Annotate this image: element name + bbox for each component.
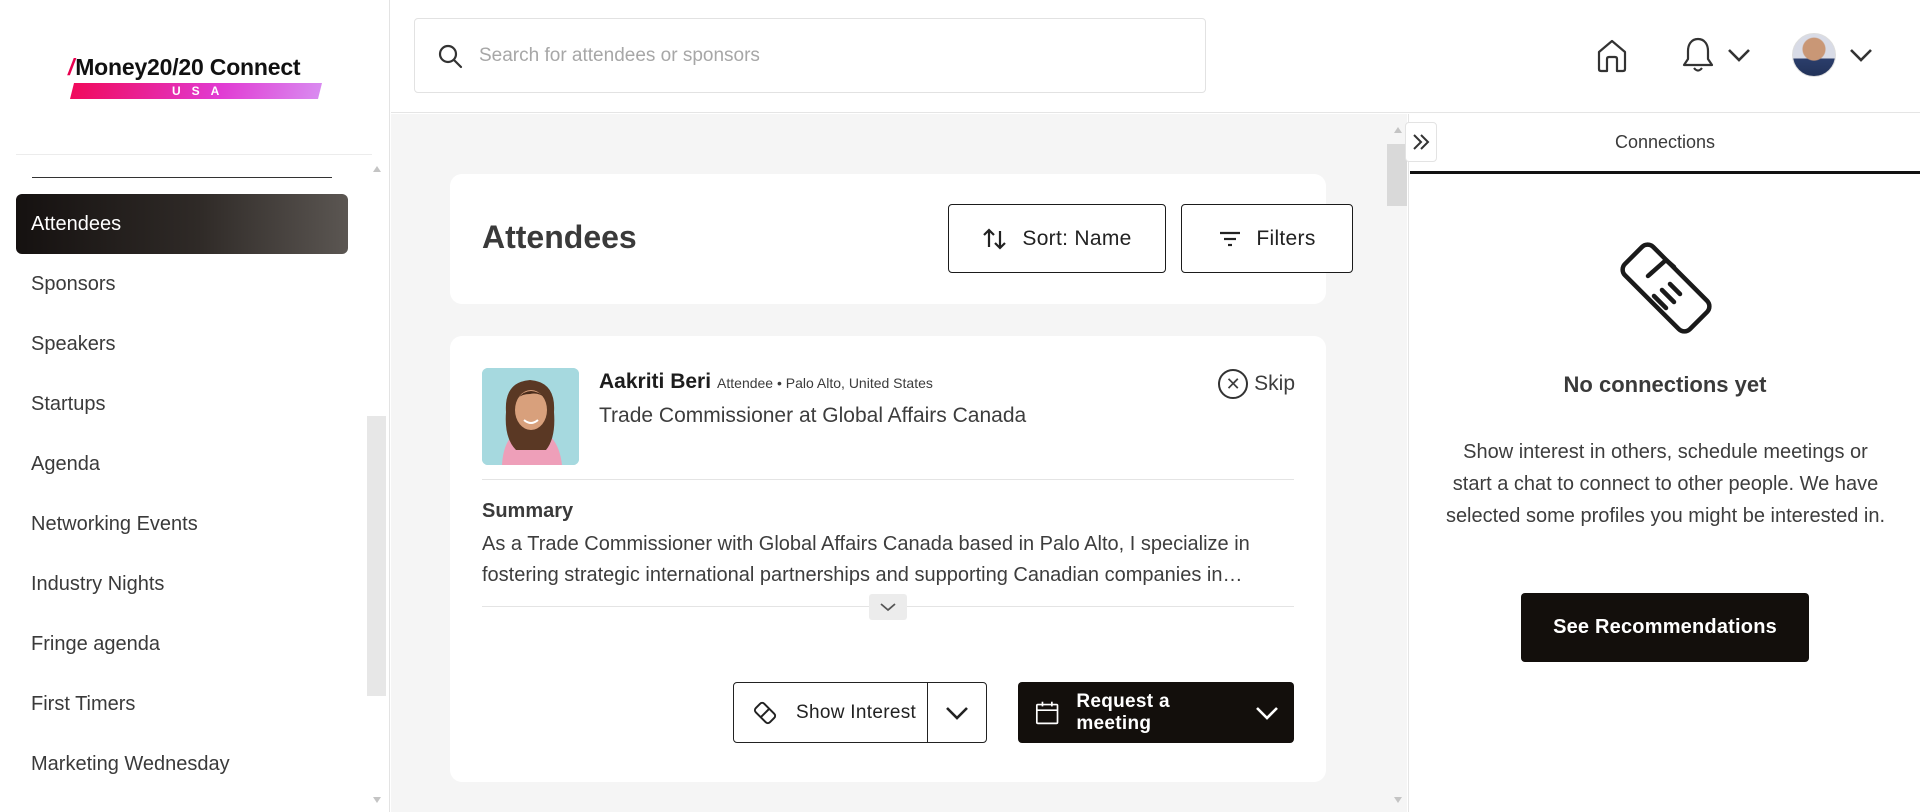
sidebar-item-label: Agenda	[31, 452, 100, 475]
handshake-icon	[753, 701, 777, 724]
attendee-meta: Attendee • Palo Alto, United States	[717, 375, 933, 391]
empty-state-text: Show interest in others, schedule meetin…	[1445, 441, 1886, 527]
profile-chevron-down-icon[interactable]	[1847, 44, 1875, 66]
close-circle-icon: ✕	[1218, 369, 1249, 399]
chevron-down-icon	[946, 706, 968, 720]
logo-bar: USA	[70, 83, 322, 99]
sidebar-item-attendees[interactable]: Attendees	[16, 194, 348, 254]
empty-state-title: No connections yet	[1563, 372, 1767, 397]
skip-button[interactable]: ✕ Skip	[1218, 369, 1295, 399]
filter-icon	[1220, 231, 1241, 246]
summary-text: As a Trade Commissioner with Global Affa…	[482, 533, 1250, 586]
sidebar-item-speakers[interactable]: Speakers	[16, 314, 348, 374]
attendee-name[interactable]: Aakriti Beri Attendee • Palo Alto, United…	[599, 370, 933, 394]
top-header	[391, 0, 1920, 113]
request-meeting-label: Request a meeting	[1076, 690, 1170, 734]
handshake-icon	[1608, 236, 1724, 341]
main-scroll-down-icon[interactable]	[1394, 797, 1402, 803]
sidebar-divider	[16, 154, 372, 155]
calendar-icon	[1035, 701, 1059, 724]
search-icon	[438, 44, 463, 68]
notifications-chevron-down-icon[interactable]	[1725, 44, 1753, 66]
avatar[interactable]	[1791, 32, 1837, 78]
expand-summary-button[interactable]	[869, 594, 907, 620]
logo[interactable]: /Money20/20 Connect USA	[68, 54, 324, 104]
tab-connections[interactable]: Connections	[1410, 114, 1920, 174]
show-interest-label: Show Interest	[796, 701, 917, 723]
sort-icon	[983, 227, 1007, 250]
sidebar-item-networking-events[interactable]: Networking Events	[16, 494, 348, 554]
show-interest-button[interactable]: Show Interest	[734, 683, 928, 742]
sidebar-item-label: Networking Events	[31, 512, 198, 535]
sidebar-item-label: Sponsors	[31, 272, 116, 295]
avatar-image	[1792, 33, 1836, 77]
main-content: Attendees Sort: Name Filters Aakriti Ber…	[391, 114, 1407, 812]
sidebar-item-label: Industry Nights	[31, 572, 165, 595]
see-recommendations-label: See Recommendations	[1553, 616, 1777, 638]
bell-icon[interactable]	[1680, 35, 1716, 75]
sidebar-scroll-up-icon[interactable]	[373, 166, 381, 172]
filters-label: Filters	[1256, 226, 1316, 250]
show-interest-dropdown[interactable]	[928, 683, 986, 742]
sidebar-item-fringe-agenda[interactable]: Fringe agenda	[16, 614, 348, 674]
skip-label: Skip	[1254, 372, 1295, 395]
main-scroll-up-icon[interactable]	[1394, 127, 1402, 133]
attendee-job-title: Trade Commissioner at Global Affairs Can…	[599, 404, 1027, 427]
sidebar-scrollbar-thumb[interactable]	[367, 416, 386, 696]
sidebar-item-sponsors[interactable]: Sponsors	[16, 254, 348, 314]
summary-heading: Summary	[482, 500, 574, 522]
logo-text: Money20/20 Connect	[75, 54, 301, 80]
search-input[interactable]	[479, 44, 1079, 67]
attendee-photo[interactable]	[482, 368, 579, 465]
chevron-down-icon	[1256, 706, 1278, 720]
tab-connections-label: Connections	[1614, 132, 1716, 152]
chevron-down-icon	[880, 603, 896, 612]
logo-subtitle: USA	[171, 84, 231, 98]
sort-label: Sort: Name	[1022, 226, 1132, 250]
double-chevron-right-icon	[1413, 134, 1430, 150]
search-bar[interactable]	[414, 18, 1206, 93]
main-scrollbar-thumb[interactable]	[1387, 144, 1407, 206]
sidebar-item-agenda[interactable]: Agenda	[16, 434, 348, 494]
show-interest-split-button: Show Interest	[733, 682, 987, 743]
attendees-header-card: Attendees Sort: Name Filters	[450, 174, 1353, 304]
attendee-card: Aakriti Beri Attendee • Palo Alto, United…	[450, 336, 1326, 782]
sidebar-item-first-timers[interactable]: First Timers	[16, 674, 348, 734]
see-recommendations-button[interactable]: See Recommendations	[1521, 593, 1809, 662]
sidebar-item-label: Fringe agenda	[31, 632, 160, 655]
sidebar: /Money20/20 Connect USA Attendees Sponso…	[0, 0, 390, 812]
sidebar-item-industry-nights[interactable]: Industry Nights	[16, 554, 348, 614]
request-meeting-dropdown[interactable]	[1240, 682, 1294, 743]
sidebar-item-label: Speakers	[31, 332, 116, 355]
page-title: Attendees	[482, 219, 637, 255]
attendee-name-text: Aakriti Beri	[599, 370, 712, 393]
sidebar-scroll-down-icon[interactable]	[373, 797, 381, 803]
sidebar-nav: Attendees Sponsors Speakers Startups Age…	[16, 194, 348, 794]
collapse-panel-button[interactable]	[1405, 122, 1437, 162]
sidebar-item-label: First Timers	[31, 692, 136, 715]
request-meeting-button[interactable]: Request a meeting	[1018, 682, 1240, 743]
sidebar-item-startups[interactable]: Startups	[16, 374, 348, 434]
sidebar-item-label: Marketing Wednesday	[31, 752, 230, 775]
sidebar-rule	[32, 177, 332, 178]
logo-slash: /	[68, 54, 75, 80]
filters-button[interactable]: Filters	[1181, 204, 1353, 273]
divider	[482, 479, 1294, 480]
sidebar-item-label: Startups	[31, 392, 106, 415]
sort-button[interactable]: Sort: Name	[948, 204, 1166, 273]
home-icon[interactable]	[1594, 35, 1630, 75]
sidebar-item-label: Attendees	[31, 212, 122, 235]
logo-text-wrap: /Money20/20 Connect	[68, 54, 324, 81]
request-meeting-split-button: Request a meeting	[1018, 682, 1294, 743]
sidebar-item-marketing-wednesday[interactable]: Marketing Wednesday	[16, 734, 348, 794]
